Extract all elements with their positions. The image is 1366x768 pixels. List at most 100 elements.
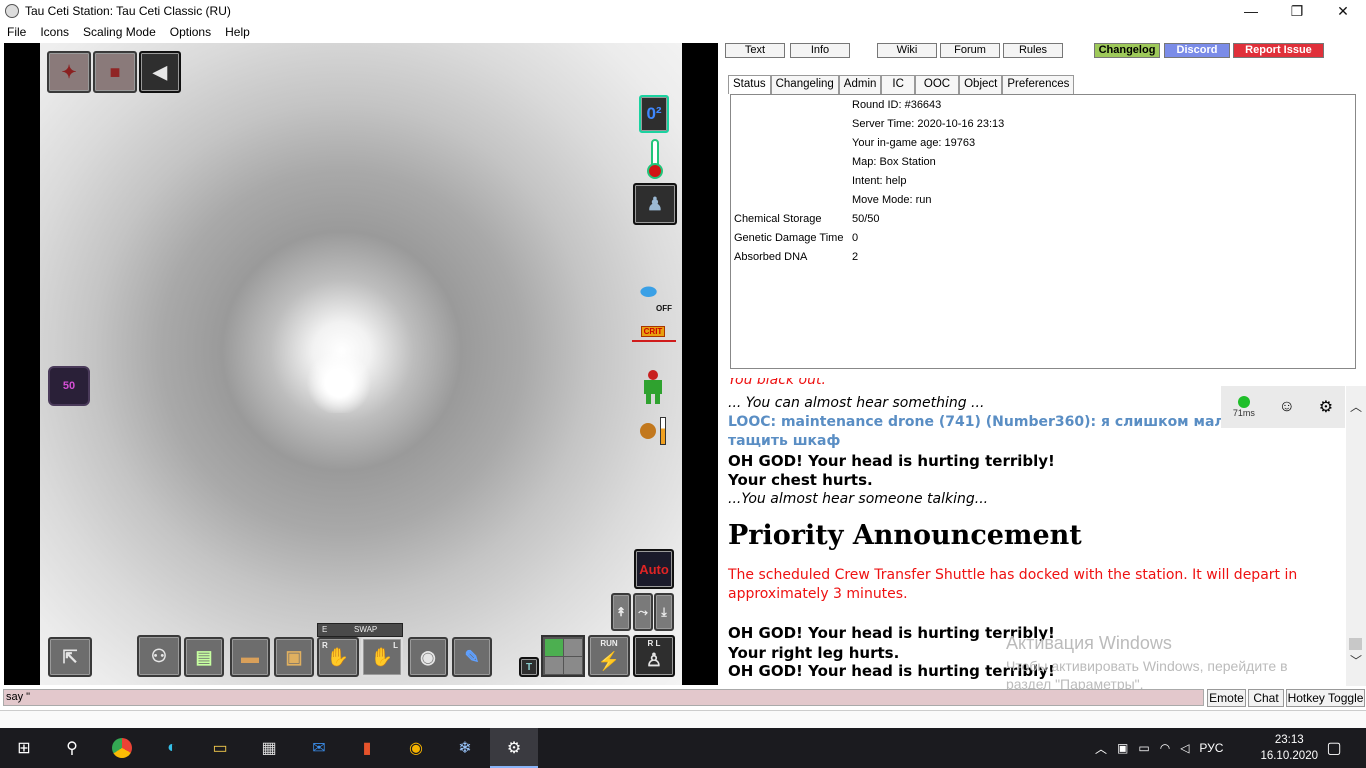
chat-button[interactable]: Chat	[1248, 689, 1284, 707]
scroll-up-icon[interactable]: ︿	[1350, 398, 1362, 415]
report-issue-button[interactable]: Report Issue	[1233, 43, 1324, 58]
gear-icon[interactable]: ⚙	[1319, 397, 1333, 417]
tab-status[interactable]: Status	[728, 75, 771, 94]
collapse-actions-button[interactable]: ◀	[139, 51, 181, 93]
tab-ooc[interactable]: OOC	[914, 75, 960, 94]
round-id: Round ID: #36643	[852, 99, 942, 111]
office-icon[interactable]: ▮	[355, 736, 379, 760]
crit-indicator: CRIT	[632, 326, 676, 344]
tab-preferences[interactable]: Preferences	[1002, 75, 1075, 94]
tiny-slot[interactable]: T	[519, 657, 539, 677]
clock[interactable]: 23:13 16.10.2020	[1260, 732, 1318, 764]
throw-button[interactable]: ↟	[611, 593, 631, 631]
tab-changeling[interactable]: Changeling	[770, 75, 839, 94]
file-explorer-icon[interactable]: ▭	[208, 736, 232, 760]
volume-icon[interactable]: ◁	[1180, 741, 1189, 755]
app-snowflake-icon[interactable]: ❄	[453, 736, 477, 760]
ping-indicator: 71ms	[1233, 396, 1255, 418]
internals-state: OFF	[656, 304, 672, 313]
zone-select[interactable]: R L ♙	[633, 635, 675, 677]
rules-button[interactable]: Rules	[1003, 43, 1063, 58]
pda-icon: ▤	[195, 646, 213, 667]
game-viewport[interactable]: ✦ ■ ◀ 0² ♟ ⬬ OFF CRIT 50 Auto ↟ ⤳ ⤓ ⇱ ⚇ …	[4, 43, 718, 685]
chat-looc-line: тащить шкаф	[728, 433, 841, 449]
language-indicator[interactable]: РУС	[1199, 741, 1223, 755]
zone-select-label: R L	[647, 639, 661, 648]
action-button-ability[interactable]: ✦	[47, 51, 91, 93]
suit-slot[interactable]: ⚇	[137, 635, 181, 677]
byond-icon[interactable]: ⚙	[502, 736, 526, 760]
intent-harm-icon[interactable]	[564, 657, 582, 674]
search-icon[interactable]: ⚲	[60, 736, 84, 760]
chrome-icon[interactable]	[110, 736, 134, 760]
body-status-button[interactable]: ♟	[633, 183, 677, 225]
emote-button[interactable]: Emote	[1207, 689, 1246, 707]
taskbar: ⊞ ⚲ ◐ ▭ ▦ ✉ ▮ ◉ ❄ ⚙ ︿ ▣ ▭ ◠ ◁ РУС 23:13 …	[0, 728, 1366, 768]
scroll-thumb[interactable]	[1349, 638, 1362, 650]
menu-file[interactable]: File	[0, 25, 33, 39]
maximize-button[interactable]: ❐	[1274, 0, 1320, 22]
genetic-damage-label: Genetic Damage Time	[734, 232, 844, 244]
pen-slot[interactable]: ✎	[452, 637, 492, 677]
windows-start-icon[interactable]: ⊞	[12, 736, 36, 760]
emoji-icon[interactable]: ☺	[1279, 398, 1295, 416]
belt-slot[interactable]: ▬	[230, 637, 270, 677]
storage-slot[interactable]: ▣	[274, 637, 314, 677]
info-button[interactable]: Info	[790, 43, 850, 58]
intent-help-icon[interactable]	[545, 639, 563, 656]
clock-time: 23:13	[1274, 734, 1304, 746]
absorbed-dna-value: 2	[852, 251, 859, 263]
move-mode-status: Move Mode: run	[852, 194, 932, 206]
running-icon: ⚡	[597, 650, 621, 671]
changelog-button[interactable]: Changelog	[1094, 43, 1160, 58]
command-input[interactable]: say "	[3, 689, 1204, 706]
minimize-button[interactable]: —	[1228, 0, 1274, 22]
inventory-toggle-button[interactable]: ⇱	[48, 637, 92, 677]
chat-scrollbar[interactable]: ︿ ﹀	[1346, 386, 1366, 686]
menu-options[interactable]: Options	[163, 25, 218, 39]
network-alert-icon[interactable]: ▣	[1117, 741, 1128, 755]
move-mode-button[interactable]: RUN ⚡	[588, 635, 630, 677]
gloves-slot[interactable]: ◉	[408, 637, 448, 677]
drop-icon: ⤓	[661, 604, 667, 619]
swap-hands-button[interactable]: E SWAP	[317, 623, 403, 637]
tab-admin[interactable]: Admin	[838, 75, 882, 94]
notifications-icon[interactable]: ▢	[1322, 736, 1346, 760]
belt-icon: ▬	[241, 646, 259, 667]
internals-toggle[interactable]: ⬬ OFF	[640, 281, 676, 315]
forum-button[interactable]: Forum	[940, 43, 1000, 58]
browser-icon[interactable]: ◉	[404, 736, 428, 760]
intent-disarm-icon[interactable]	[564, 639, 582, 656]
right-hand-slot[interactable]: R ✋	[317, 637, 359, 677]
action-button-item[interactable]: ■	[93, 51, 137, 93]
menu-scaling-mode[interactable]: Scaling Mode	[76, 25, 163, 39]
close-button[interactable]: ✕	[1320, 0, 1366, 22]
intent-selector[interactable]	[541, 635, 585, 677]
pda-slot[interactable]: ▤	[184, 637, 224, 677]
left-hand-slot[interactable]: L ✋	[361, 637, 403, 677]
wiki-button[interactable]: Wiki	[877, 43, 937, 58]
intent-grab-icon[interactable]	[545, 657, 563, 674]
edge-icon[interactable]: ◐	[160, 736, 184, 760]
player-character[interactable]	[304, 353, 374, 413]
text-button[interactable]: Text	[725, 43, 785, 58]
battery-icon[interactable]: ▭	[1138, 741, 1149, 755]
wifi-icon[interactable]: ◠	[1160, 741, 1170, 755]
mail-icon[interactable]: ✉	[307, 736, 331, 760]
pressure-value: 0²	[646, 104, 662, 123]
pull-button[interactable]: ⤳	[633, 593, 653, 631]
hotkey-toggle-button[interactable]: Hotkey Toggle	[1286, 689, 1365, 707]
store-icon[interactable]: ▦	[257, 736, 281, 760]
menu-help[interactable]: Help	[218, 25, 257, 39]
chevron-up-icon[interactable]: ︿	[1095, 740, 1107, 757]
scroll-down-icon[interactable]: ﹀	[1350, 652, 1362, 669]
ping-dot-icon	[1237, 396, 1250, 408]
pressure-indicator: 0²	[639, 95, 669, 133]
fire-mode-button[interactable]: Auto	[634, 549, 674, 589]
tab-ic[interactable]: IC	[881, 75, 915, 94]
menu-icons[interactable]: Icons	[33, 25, 76, 39]
tab-object[interactable]: Object	[959, 75, 1003, 94]
drop-button[interactable]: ⤓	[654, 593, 674, 631]
discord-button[interactable]: Discord	[1164, 43, 1230, 58]
fire-mode-label: Auto	[639, 561, 669, 577]
